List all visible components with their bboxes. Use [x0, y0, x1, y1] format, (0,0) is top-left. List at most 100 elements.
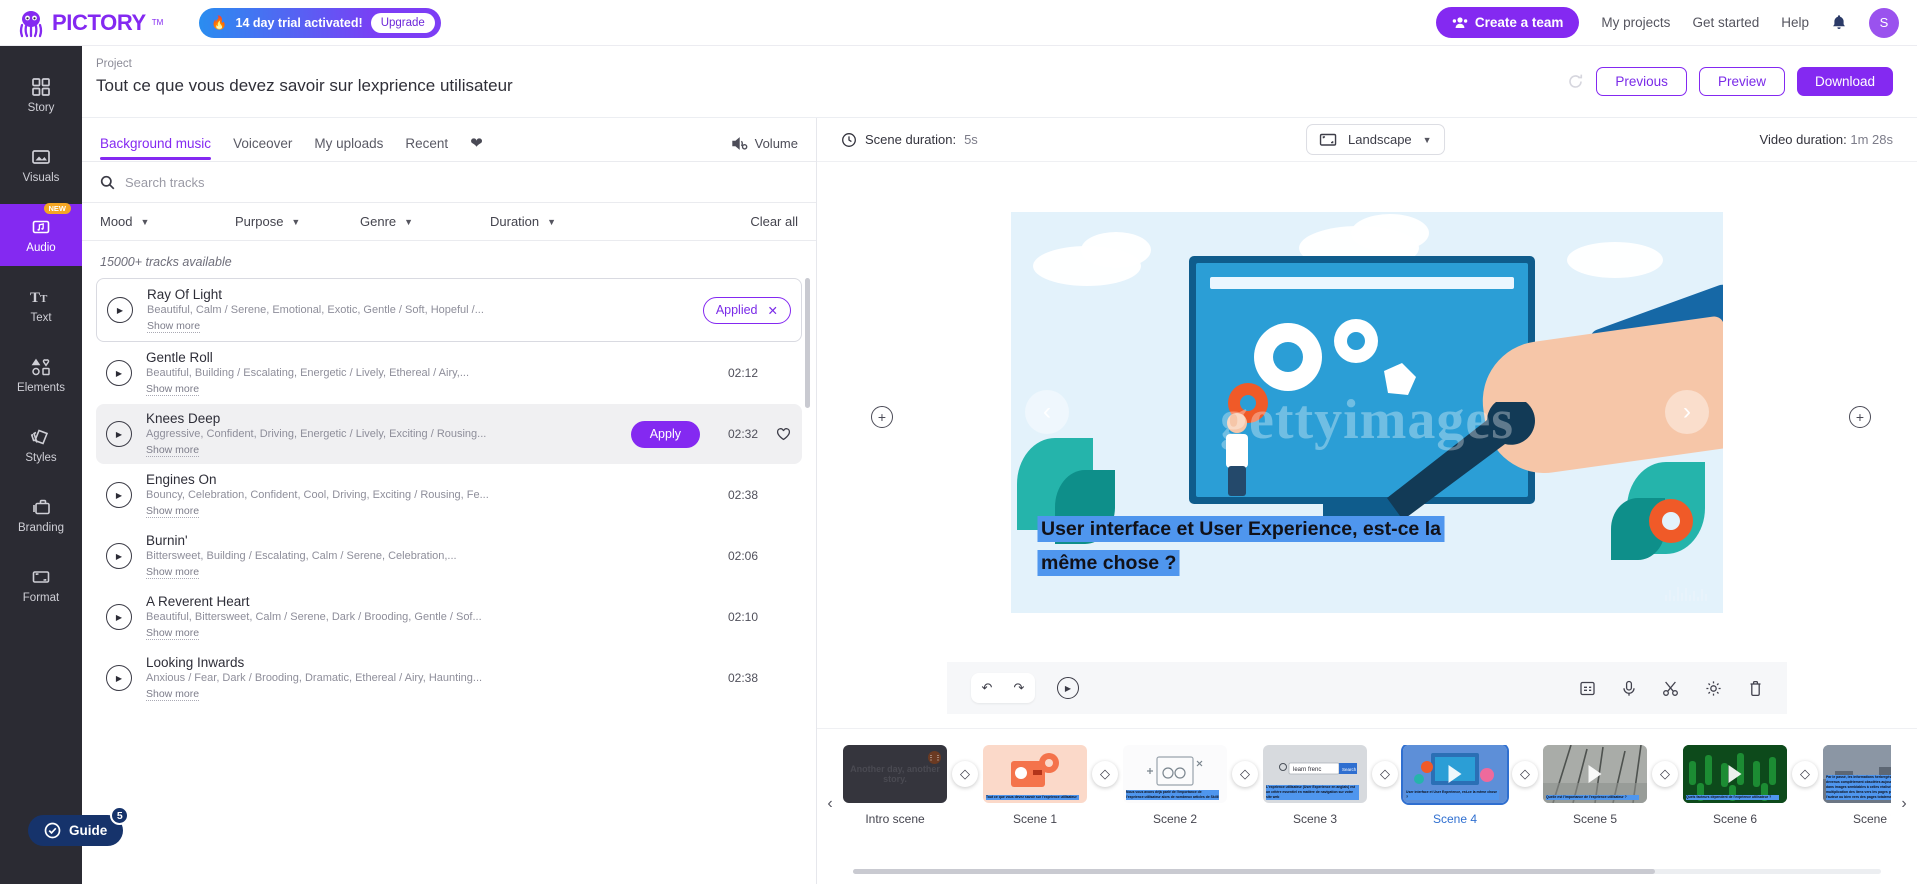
table-row[interactable]: ▶ Looking Inwards Anxious / Fear, Dark /…	[96, 648, 802, 708]
filter-genre[interactable]: Genre ▼	[360, 214, 490, 229]
filter-duration[interactable]: Duration ▼	[490, 214, 640, 229]
transition-button[interactable]: ◇	[1652, 761, 1678, 787]
table-row[interactable]: ▶ Engines On Bouncy, Celebration, Confid…	[96, 465, 802, 525]
scissors-icon[interactable]	[1662, 680, 1679, 697]
tab-my-uploads[interactable]: My uploads	[314, 136, 383, 160]
tab-recent[interactable]: Recent	[405, 136, 448, 160]
scene-thumbnail[interactable]: Tout ce que vous devez savoir sur l'expr…	[983, 745, 1087, 803]
next-scene-arrow[interactable]: ›	[1665, 390, 1709, 434]
refresh-icon[interactable]	[1567, 73, 1584, 90]
sidebar-item-format[interactable]: Format	[0, 554, 82, 616]
scene-thumbnail[interactable]: Another day, another story. ⋮⋮	[843, 745, 947, 803]
show-more-link[interactable]: Show more	[146, 627, 200, 640]
add-scene-before-button[interactable]: +	[871, 406, 893, 428]
user-avatar[interactable]: S	[1869, 7, 1899, 38]
table-row[interactable]: ▶ Knees Deep Aggressive, Confident, Driv…	[96, 404, 802, 464]
nav-my-projects[interactable]: My projects	[1601, 15, 1670, 30]
notification-bell-icon[interactable]	[1831, 14, 1847, 31]
timeline-scroll-left[interactable]: ‹	[817, 745, 843, 863]
tab-background-music[interactable]: Background music	[100, 136, 212, 160]
create-team-button[interactable]: Create a team	[1435, 7, 1580, 38]
list-item[interactable]: learn frenc Search L'exprience utilisate…	[1263, 745, 1367, 826]
show-more-link[interactable]: Show more	[146, 688, 200, 701]
guide-button[interactable]: Guide 5	[28, 806, 130, 846]
drag-handle-icon[interactable]: ⋮⋮	[928, 751, 942, 764]
show-more-link[interactable]: Show more	[146, 505, 200, 518]
show-more-link[interactable]: Show more	[147, 320, 201, 333]
list-item[interactable]: Tout ce que vous devez savoir sur l'expr…	[983, 745, 1087, 826]
transition-button[interactable]: ◇	[1512, 761, 1538, 787]
play-overlay-icon[interactable]	[1728, 765, 1742, 783]
list-item[interactable]: Par le passé, les informations herbergés…	[1823, 745, 1891, 826]
favorite-icon[interactable]	[776, 427, 792, 441]
scene-thumbnail[interactable]: learn frenc Search L'exprience utilisate…	[1263, 745, 1367, 803]
play-icon[interactable]: ▶	[106, 543, 132, 569]
show-more-link[interactable]: Show more	[146, 566, 200, 579]
nav-get-started[interactable]: Get started	[1692, 15, 1759, 30]
aspect-ratio-select[interactable]: Landscape ▼	[1306, 124, 1445, 155]
nav-help[interactable]: Help	[1781, 15, 1809, 30]
favorites-heart-icon[interactable]: ❤	[470, 134, 483, 161]
upgrade-button[interactable]: Upgrade	[370, 12, 435, 33]
play-icon[interactable]: ▶	[106, 482, 132, 508]
sidebar-item-audio[interactable]: NEW Audio	[0, 203, 82, 266]
tab-voiceover[interactable]: Voiceover	[233, 136, 292, 160]
play-icon[interactable]: ▶	[106, 604, 132, 630]
previous-button[interactable]: Previous	[1596, 67, 1687, 96]
timeline-scrollbar[interactable]	[853, 869, 1881, 874]
play-icon[interactable]: ▶	[107, 297, 133, 323]
transition-button[interactable]: ◇	[952, 761, 978, 787]
applied-badge[interactable]: Applied ✕	[702, 296, 791, 324]
play-overlay-icon[interactable]	[1588, 765, 1602, 783]
microphone-icon[interactable]	[1622, 680, 1636, 697]
scene-caption[interactable]: User interface et User Experience, est-c…	[1041, 513, 1546, 581]
play-preview-icon[interactable]: ▶	[1057, 677, 1079, 699]
download-button[interactable]: Download	[1796, 67, 1893, 96]
sidebar-item-text[interactable]: T T Text	[0, 274, 82, 336]
scene-thumbnail[interactable]: Quels facteurs dépendent de l'exprience …	[1683, 745, 1787, 803]
apply-button[interactable]: Apply	[630, 420, 700, 448]
undo-icon[interactable]: ↶	[971, 673, 1003, 703]
captions-icon[interactable]	[1579, 680, 1596, 697]
list-item[interactable]: Another day, another story. ⋮⋮ Intro sce…	[843, 745, 947, 826]
scene-thumbnail[interactable]: Par le passé, les informations herbergés…	[1823, 745, 1891, 803]
timeline-scroll-right[interactable]: ›	[1891, 745, 1917, 863]
track-list-scrollbar[interactable]	[805, 278, 810, 408]
delete-trash-icon[interactable]	[1748, 680, 1763, 697]
show-more-link[interactable]: Show more	[146, 383, 200, 396]
scene-thumbnail[interactable]: Nous vous avons déjà parlé de l'importan…	[1123, 745, 1227, 803]
list-item[interactable]: Quelle est l'importance de l'exprience u…	[1543, 745, 1647, 826]
sidebar-item-story[interactable]: Story	[0, 64, 82, 126]
play-icon[interactable]: ▶	[106, 665, 132, 691]
video-preview[interactable]: gettyimages ‹ › User interface et User E…	[1011, 211, 1723, 613]
transition-button[interactable]: ◇	[1372, 761, 1398, 787]
search-input[interactable]	[125, 175, 798, 190]
list-item[interactable]: Nous vous avons déjà parlé de l'importan…	[1123, 745, 1227, 826]
play-icon[interactable]: ▶	[106, 421, 132, 447]
sidebar-item-elements[interactable]: Elements	[0, 344, 82, 406]
list-item[interactable]: Quels facteurs dépendent de l'exprience …	[1683, 745, 1787, 826]
table-row[interactable]: ▶ Ray Of Light Beautiful, Calm / Serene,…	[96, 278, 802, 342]
preview-button[interactable]: Preview	[1698, 67, 1785, 96]
table-row[interactable]: ▶ A Reverent Heart Beautiful, Bitterswee…	[96, 587, 802, 647]
transition-button[interactable]: ◇	[1232, 761, 1258, 787]
filter-mood[interactable]: Mood ▼	[100, 214, 235, 229]
redo-icon[interactable]: ↷	[1003, 673, 1035, 703]
play-icon[interactable]: ▶	[106, 360, 132, 386]
add-scene-after-button[interactable]: +	[1849, 406, 1871, 428]
scene-thumbnail[interactable]: User interface et User Experience, est-c…	[1401, 745, 1509, 805]
filter-purpose[interactable]: Purpose ▼	[235, 214, 360, 229]
sidebar-item-visuals[interactable]: Visuals	[0, 134, 82, 196]
transition-button[interactable]: ◇	[1792, 761, 1818, 787]
play-overlay-icon[interactable]	[1448, 765, 1462, 783]
previous-scene-arrow[interactable]: ‹	[1025, 390, 1069, 434]
sidebar-item-styles[interactable]: Styles	[0, 414, 82, 476]
clear-all-button[interactable]: Clear all	[750, 214, 798, 229]
pictory-logo[interactable]: PICTORY TM	[16, 8, 163, 38]
sidebar-item-branding[interactable]: Branding	[0, 484, 82, 546]
list-item[interactable]: User interface et User Experience, est-c…	[1401, 745, 1509, 826]
show-more-link[interactable]: Show more	[146, 444, 200, 457]
table-row[interactable]: ▶ Gentle Roll Beautiful, Building / Esca…	[96, 343, 802, 403]
settings-gear-icon[interactable]	[1705, 680, 1722, 697]
scene-thumbnail[interactable]: Quelle est l'importance de l'exprience u…	[1543, 745, 1647, 803]
